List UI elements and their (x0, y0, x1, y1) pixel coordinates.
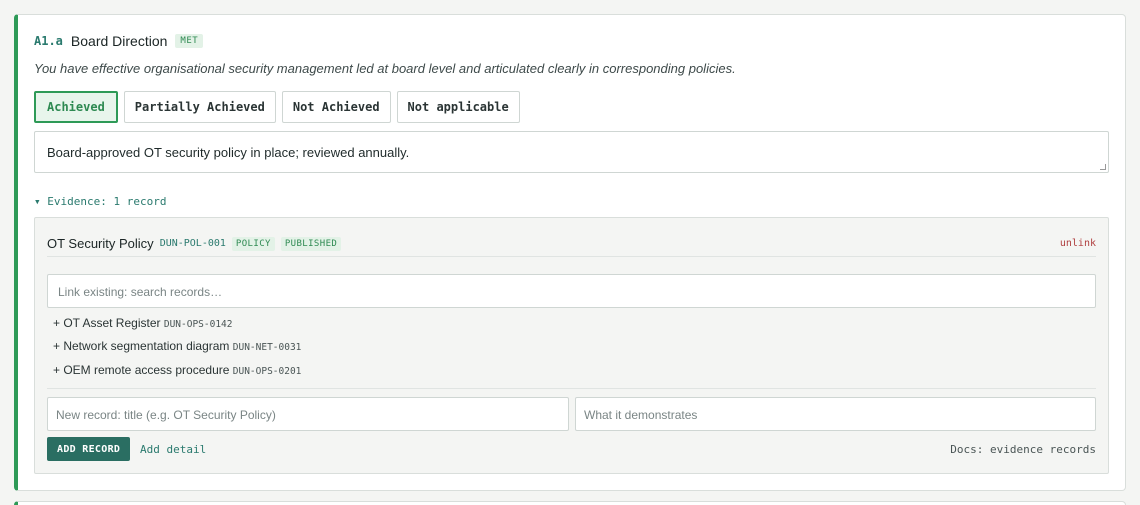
divider (47, 388, 1096, 389)
suggestion-id: DUN-OPS-0142 (163, 319, 233, 330)
record-type-tag: POLICY (231, 236, 275, 251)
new-record-title-input[interactable]: New record: title (e.g. OT Security Poli… (47, 397, 569, 431)
option-not-achieved-button[interactable]: Not Achieved (281, 91, 391, 123)
suggestion-label: + OEM remote access procedure (53, 363, 230, 377)
previous-card-edge (14, 0, 1126, 4)
resize-handle-icon[interactable] (1100, 164, 1106, 170)
divider (47, 256, 1096, 257)
new-record-demonstrates-input[interactable]: What it demonstrates (575, 397, 1096, 431)
suggestion-item[interactable]: + OEM remote access procedure DUN-OPS-02… (53, 363, 301, 377)
evidence-toggle[interactable]: ▾ Evidence: 1 record (34, 195, 166, 208)
record-id: DUN-POL-001 (159, 238, 226, 249)
status-badge: MET (175, 34, 204, 48)
suggestion-id: DUN-OPS-0201 (232, 366, 302, 377)
unlink-link[interactable]: unlink (1060, 238, 1096, 249)
achievement-options: Achieved Partially Achieved Not Achieved… (34, 91, 520, 123)
link-search-input[interactable]: Link existing: search records… (47, 274, 1096, 308)
record-status-tag: PUBLISHED (280, 236, 342, 251)
option-achieved-button[interactable]: Achieved (34, 91, 118, 123)
requirement-card: A1.a Board Direction MET You have effect… (14, 14, 1126, 491)
add-record-button[interactable]: ADD RECORD (47, 437, 131, 461)
justification-text: Board-approved OT security policy in pla… (47, 145, 410, 160)
suggestion-item[interactable]: + OT Asset Register DUN-OPS-0142 (53, 316, 232, 330)
docs-link[interactable]: Docs: evidence records (950, 443, 1096, 456)
requirement-title: Board Direction (70, 33, 168, 49)
requirement-header: A1.a Board Direction MET (34, 33, 204, 49)
suggestion-id: DUN-NET-0031 (232, 342, 302, 353)
record-title[interactable]: OT Security Policy (47, 236, 154, 251)
requirement-description: You have effective organisational securi… (34, 61, 736, 76)
suggestion-label: + Network segmentation diagram (53, 339, 230, 353)
option-not-applicable-button[interactable]: Not applicable (396, 91, 520, 123)
justification-textarea[interactable]: Board-approved OT security policy in pla… (34, 131, 1109, 173)
suggestion-label: + OT Asset Register (53, 316, 161, 330)
requirement-code: A1.a (34, 34, 63, 48)
suggestion-item[interactable]: + Network segmentation diagram DUN-NET-0… (53, 339, 301, 353)
add-detail-link[interactable]: Add detail (140, 443, 206, 456)
next-requirement-card (14, 501, 1126, 505)
option-partially-achieved-button[interactable]: Partially Achieved (123, 91, 276, 123)
evidence-panel: OT Security Policy DUN-POL-001 POLICY PU… (34, 217, 1109, 474)
evidence-record-row: OT Security Policy DUN-POL-001 POLICY PU… (47, 236, 1096, 251)
